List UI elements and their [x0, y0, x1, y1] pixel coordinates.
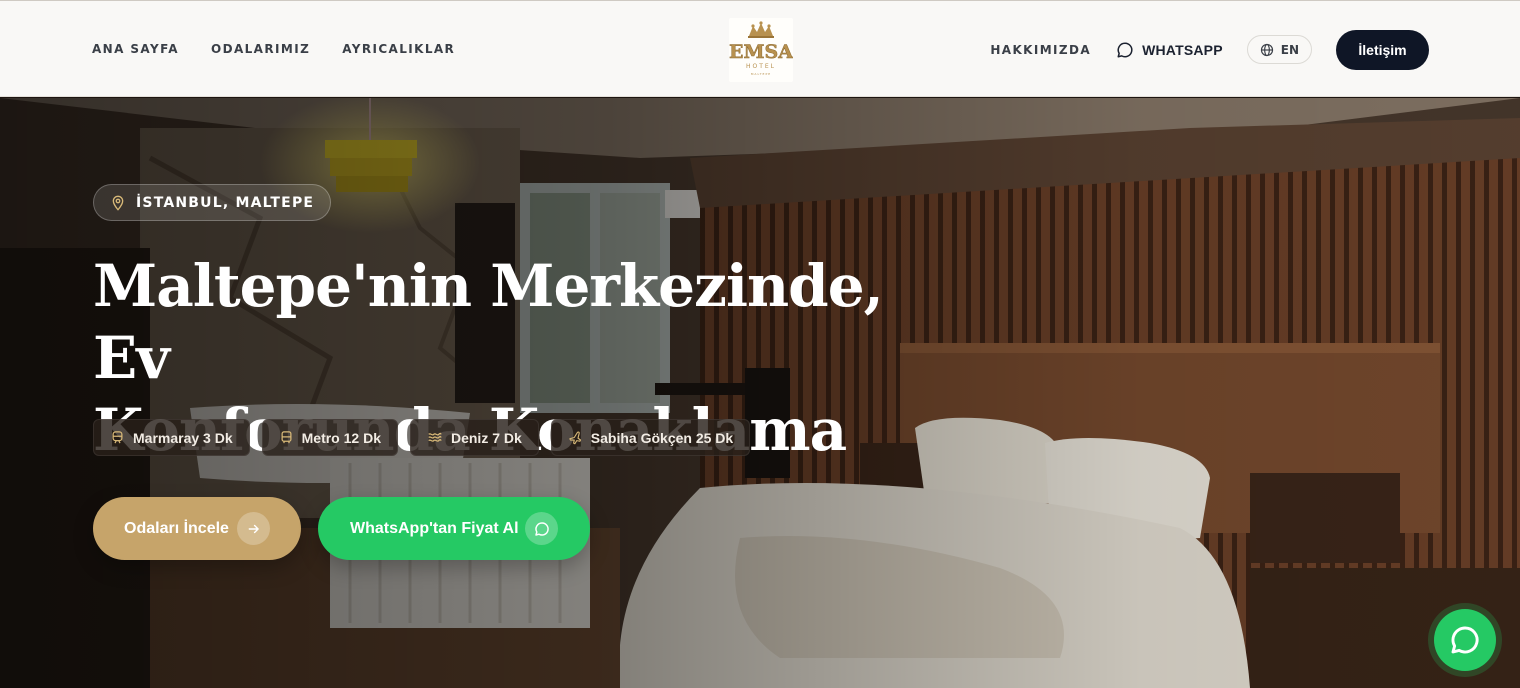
crown-logo-icon: EMSA HOTEL MALTEPE [729, 21, 793, 76]
nav-about-link[interactable]: HAKKIMIZDA [990, 43, 1091, 57]
chip-metro: Metro 12 Dk [261, 419, 398, 456]
nav-privileges-link[interactable]: AYRICALIKLAR [342, 42, 455, 56]
plane-icon [569, 431, 581, 445]
waves-icon [428, 432, 442, 442]
nav-rooms-link[interactable]: ODALARIMIZ [211, 42, 310, 56]
hotel-logo[interactable]: EMSA HOTEL MALTEPE [729, 18, 793, 82]
main-nav-left: ANA SAYFA ODALARIMIZ AYRICALIKLAR [92, 42, 455, 56]
nav-home-link[interactable]: ANA SAYFA [92, 42, 179, 56]
chat-bubble-icon [1117, 41, 1133, 57]
whatsapp-price-button[interactable]: WhatsApp'tan Fiyat Al [318, 497, 590, 560]
svg-text:EMSA: EMSA [729, 41, 793, 63]
chip-label: Sabiha Gökçen 25 Dk [590, 429, 734, 446]
svg-text:HOTEL: HOTEL [746, 63, 776, 70]
chip-label: Metro 12 Dk [301, 429, 381, 446]
whatsapp-price-label: WhatsApp'tan Fiyat Al [350, 519, 519, 537]
floating-whatsapp-inner [1434, 609, 1496, 671]
site-header: ANA SAYFA ODALARIMIZ AYRICALIKLAR EMSA H… [0, 0, 1520, 97]
language-switcher[interactable]: EN [1246, 35, 1312, 64]
chip-sea: Deniz 7 Dk [409, 419, 539, 456]
chip-marmaray: Marmaray 3 Dk [93, 419, 250, 456]
arrow-right-icon [237, 512, 270, 545]
chat-bubble-icon [525, 512, 558, 545]
hero-section: İSTANBUL, MALTEPE Maltepe'nin Merkezinde… [0, 98, 1520, 688]
header-whatsapp-link[interactable]: WHATSAPP [1116, 41, 1223, 59]
floating-whatsapp-button[interactable] [1428, 603, 1502, 677]
chip-label: Marmaray 3 Dk [133, 429, 233, 446]
view-rooms-button[interactable]: Odaları İncele [93, 497, 301, 560]
map-pin-icon [112, 195, 124, 211]
language-code: EN [1280, 42, 1299, 57]
chip-airport: Sabiha Gökçen 25 Dk [550, 419, 751, 456]
distance-chips: Marmaray 3 Dk Metro 12 Dk Deniz 7 Dk Sab… [93, 419, 751, 456]
main-nav-right: HAKKIMIZDA WHATSAPP EN İletişim [990, 29, 1429, 70]
globe-icon [1260, 43, 1273, 56]
contact-button[interactable]: İletişim [1336, 29, 1429, 70]
location-text: İSTANBUL, MALTEPE [136, 194, 315, 211]
view-rooms-label: Odaları İncele [124, 519, 229, 537]
location-badge: İSTANBUL, MALTEPE [93, 184, 332, 221]
header-whatsapp-label: WHATSAPP [1142, 41, 1223, 58]
hero-title-line-1: Maltepe'nin Merkezinde, Ev [93, 252, 884, 392]
chat-bubble-icon [1451, 626, 1479, 654]
chip-label: Deniz 7 Dk [450, 429, 522, 446]
bus-icon [281, 431, 292, 444]
train-icon [112, 431, 123, 444]
svg-text:MALTEPE: MALTEPE [751, 72, 771, 76]
